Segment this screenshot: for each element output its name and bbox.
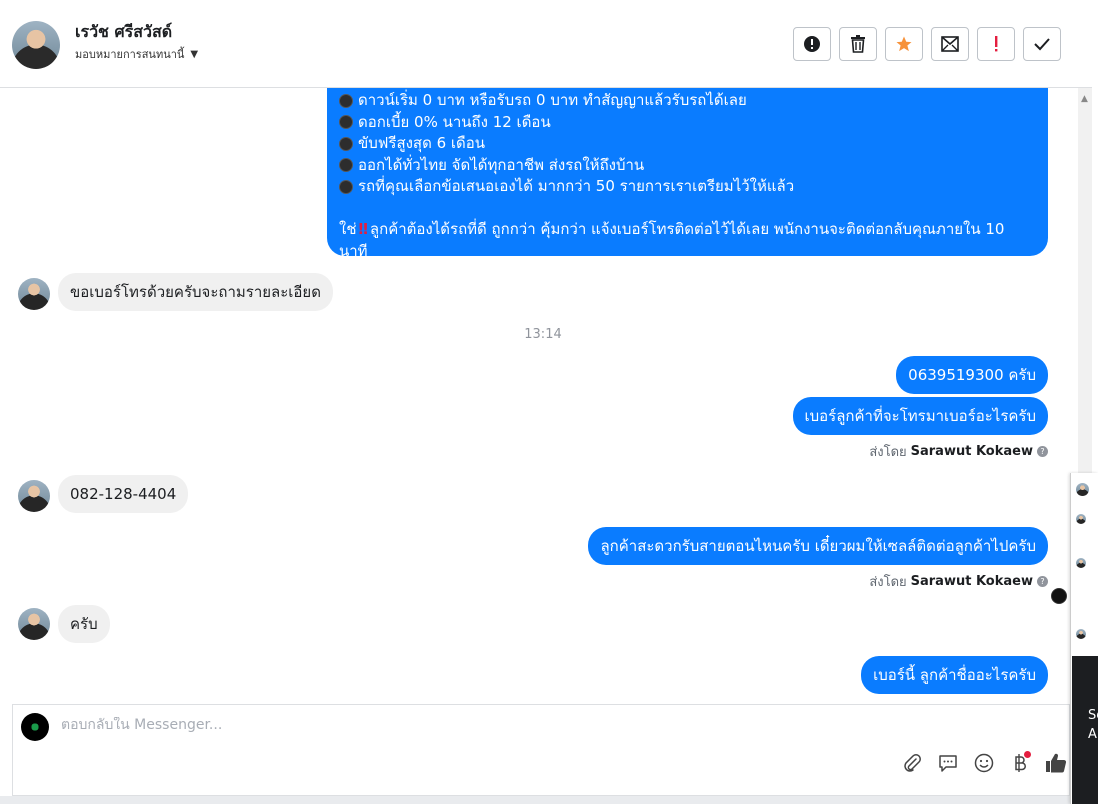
red-exclamation-icon — [995, 36, 998, 52]
timestamp-separator: 13:14 — [524, 327, 562, 342]
emoji-button[interactable] — [973, 751, 995, 775]
thumbs-up-icon — [1046, 753, 1067, 773]
smiley-icon — [974, 753, 994, 773]
star-button[interactable] — [885, 27, 923, 61]
promo-blank-line — [339, 198, 1036, 220]
header-actions — [793, 27, 1061, 61]
promo-line: รถที่คุณเลือกข้อเสนอเองได้ มากกว่า 50 รา… — [339, 176, 1036, 198]
promo-line: นาที — [339, 241, 1036, 263]
payment-button[interactable] — [1009, 751, 1031, 775]
outgoing-message[interactable]: ลูกค้าสะดวกรับสายตอนไหนครับ เดี๋ยวผมให้เ… — [588, 527, 1048, 565]
sent-by-prefix: ส่งโดย — [869, 575, 907, 590]
side-avatar — [1076, 514, 1086, 524]
side-avatar — [1076, 629, 1086, 639]
composer-tools — [901, 751, 1069, 775]
contact-avatar-small — [18, 278, 50, 310]
outgoing-message-promo[interactable]: ดาวน์เริ่ม 0 บาท หรือรับรถ 0 บาท ทำสัญญา… — [327, 88, 1048, 260]
paperclip-icon — [904, 754, 921, 772]
delete-button[interactable] — [839, 27, 877, 61]
like-button[interactable] — [1045, 751, 1067, 775]
assign-label: มอบหมายการสนทนานี้ — [75, 48, 185, 61]
sender-name: Sarawut Kokaew — [910, 444, 1033, 459]
promo-line-text: รถที่คุณเลือกข้อเสนอเองได้ มากกว่า 50 รา… — [358, 177, 795, 195]
outgoing-message[interactable]: 0639519300 ครับ — [896, 356, 1048, 394]
contact-avatar-small — [18, 480, 50, 512]
promo-line-text: ขับฟรีสูงสุด 6 เดือน — [358, 134, 486, 152]
message-thread[interactable]: ดาวน์เริ่ม 0 บาท หรือรับรถ 0 บาท ทำสัญญา… — [0, 88, 1078, 704]
side-card-text: Se — [1088, 708, 1098, 723]
caret-down-icon: ▼ — [190, 48, 199, 60]
sent-by-label: ส่งโดย Sarawut Kokaew ? — [869, 571, 1048, 592]
contact-name[interactable]: เรวัช ศรีสวัสด์ — [75, 20, 172, 45]
sent-by-prefix: ส่งโดย — [869, 445, 907, 460]
promo-line: ออกได้ทั่วไทย จัดได้ทุกอาชีพ ส่งรถให้ถึง… — [339, 155, 1036, 177]
incoming-message[interactable]: 082-128-4404 — [58, 475, 189, 513]
promo-line-text: นาที — [339, 241, 368, 260]
spam-button[interactable] — [793, 27, 831, 61]
contact-avatar-small — [18, 608, 50, 640]
done-button[interactable] — [1023, 27, 1061, 61]
side-avatar — [1076, 558, 1086, 568]
contact-avatar[interactable] — [12, 21, 60, 69]
promo-line-text: ดาวน์เริ่ม 0 บาท หรือรับรถ 0 บาท ทำสัญญา… — [358, 91, 747, 109]
car-emoji-icon — [339, 136, 353, 151]
sender-name: Sarawut Kokaew — [910, 574, 1033, 589]
side-avatar — [1076, 483, 1089, 496]
reply-composer — [12, 704, 1070, 796]
envelope-icon — [941, 36, 959, 52]
bottom-divider — [0, 796, 1070, 804]
car-emoji-icon — [339, 93, 353, 108]
outgoing-message[interactable]: เบอร์ลูกค้าที่จะโทรมาเบอร์อะไรครับ — [792, 397, 1048, 435]
seen-indicator-avatar — [1051, 588, 1067, 604]
attach-button[interactable] — [901, 751, 923, 775]
promo-line-text: ออกได้ทั่วไทย จัดได้ทุกอาชีพ ส่งรถให้ถึง… — [358, 155, 645, 174]
exclamation-circle-icon — [804, 36, 820, 52]
car-emoji-icon — [339, 179, 353, 194]
promo-line: ดาวน์เริ่ม 0 บาท หรือรับรถ 0 บาท ทำสัญญา… — [339, 90, 1036, 112]
reply-input[interactable] — [61, 717, 961, 733]
check-icon — [1034, 38, 1050, 51]
promo-line: ขับฟรีสูงสุด 6 เดือน — [339, 133, 1036, 155]
incoming-message[interactable]: ครับ — [58, 605, 110, 643]
incoming-message[interactable]: ขอเบอร์โทรด้วยครับจะถามรายละเอียด — [58, 273, 333, 311]
double-exclamation-icon: ‼ — [358, 220, 368, 238]
side-card-text: A — [1088, 727, 1097, 742]
help-icon[interactable]: ? — [1037, 576, 1048, 587]
promo-line: ใช่ ‼ ลูกค้าต้องได้รถที่ดี ถูกกว่า คุ้มก… — [339, 219, 1036, 241]
page-avatar — [21, 713, 49, 741]
saved-replies-button[interactable] — [937, 751, 959, 775]
promo-line-text: ใช่ — [339, 220, 357, 238]
assign-conversation-dropdown[interactable]: มอบหมายการสนทนานี้ ▼ — [75, 45, 198, 63]
conversation-header: เรวัช ศรีสวัสด์ มอบหมายการสนทนานี้ ▼ — [0, 0, 1092, 88]
outgoing-message[interactable]: เบอร์นี้ ลูกค้าชื่ออะไรครับ — [861, 656, 1048, 694]
promo-line-text: ดอกเบี้ย 0% นานถึง 12 เดือน — [358, 112, 551, 131]
star-icon — [896, 36, 912, 52]
help-icon[interactable]: ? — [1037, 446, 1048, 457]
promo-line-text: ลูกค้าต้องได้รถที่ดี ถูกกว่า คุ้มกว่า แจ… — [369, 220, 1005, 238]
chat-bubbles-icon — [939, 755, 957, 772]
car-emoji-icon — [339, 158, 353, 173]
notification-dot — [1024, 751, 1031, 758]
sent-by-label: ส่งโดย Sarawut Kokaew ? — [869, 441, 1048, 462]
trash-icon — [851, 35, 865, 53]
promo-line: ดอกเบี้ย 0% นานถึง 12 เดือน — [339, 112, 1036, 134]
mark-unread-button[interactable] — [931, 27, 969, 61]
follow-up-button[interactable] — [977, 27, 1015, 61]
car-emoji-icon — [339, 115, 353, 130]
scroll-up-arrow-icon[interactable]: ▲ — [1081, 94, 1088, 104]
